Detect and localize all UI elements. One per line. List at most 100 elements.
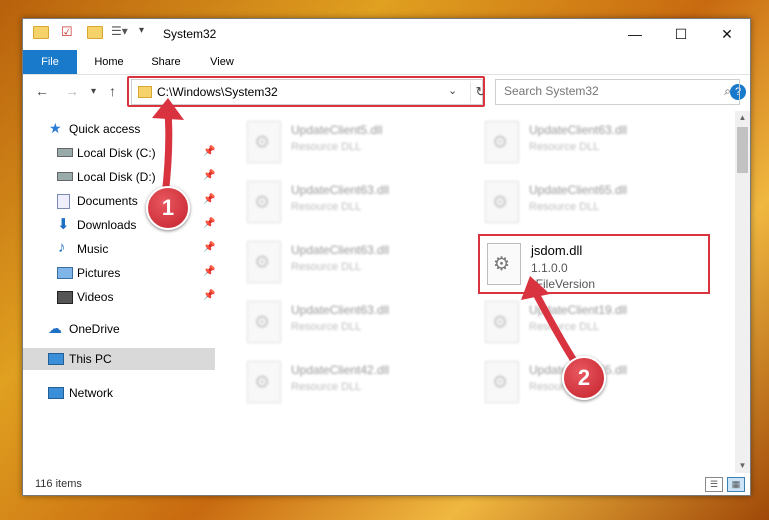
file-name: UpdateClient63.dll <box>291 243 390 257</box>
list-item[interactable]: UpdateClient65.dll Resource DLL <box>481 179 707 229</box>
sidebar-item-label: Local Disk (C:) <box>77 146 156 160</box>
back-arrow-icon[interactable]: ← <box>35 83 49 99</box>
dll-file-icon <box>247 241 281 283</box>
drive-icon <box>57 172 73 181</box>
file-name: UpdateClient63.dll <box>291 303 390 317</box>
sidebar-item-local-disk-d[interactable]: Local Disk (D:) 📌 <box>23 166 215 188</box>
file-type: Resource DLL <box>529 141 600 153</box>
sidebar-item-label: Videos <box>77 290 114 304</box>
search-icon[interactable]: ⌕ <box>724 84 731 99</box>
list-item[interactable]: UpdateClient63.dll Resource DLL <box>481 119 707 169</box>
list-item[interactable]: UpdateClient63.dll Resource DLL <box>243 239 469 289</box>
maximize-button[interactable]: ☐ <box>658 19 704 49</box>
customize-toolbar-icon[interactable]: ☰▾ <box>111 24 128 38</box>
sidebar-item-this-pc[interactable]: This PC <box>23 348 215 370</box>
pin-icon[interactable]: 📌 <box>203 290 215 301</box>
forward-arrow-icon[interactable]: → <box>65 83 79 99</box>
document-icon <box>57 194 70 209</box>
sidebar-item-quick-access[interactable]: ★ Quick access <box>23 118 215 140</box>
title-bar: ☑ ☰▾ ▾ System32 — ☐ ✕ <box>23 19 750 49</box>
recent-locations-chevron-icon[interactable]: ▾ <box>91 86 96 97</box>
music-note-icon: ♪ <box>58 239 66 256</box>
tab-share[interactable]: Share <box>141 50 191 74</box>
navigation-bar: ← → ▾ ↑ C:\Windows\System32 ⌄ ↻ ⌕ <box>23 75 750 109</box>
pin-icon[interactable]: 📌 <box>203 194 215 205</box>
details-view-icon[interactable]: ☰ <box>705 477 723 492</box>
computer-icon <box>48 353 64 365</box>
sidebar-item-music[interactable]: ♪ Music 📌 <box>23 238 215 260</box>
step-2-badge: 2 <box>562 356 606 400</box>
file-type: Resource DLL <box>291 201 362 213</box>
toolbar-dropdown-icon[interactable]: ▾ <box>139 25 144 36</box>
folder-icon <box>33 26 49 39</box>
sidebar-item-label: Local Disk (D:) <box>77 170 156 184</box>
pin-icon[interactable]: 📌 <box>203 170 215 181</box>
dll-file-icon <box>485 121 519 163</box>
new-folder-icon[interactable] <box>87 26 103 39</box>
sidebar-item-label: Quick access <box>69 122 141 136</box>
ribbon-tabs: File Home Share View ? <box>23 50 750 100</box>
star-icon: ★ <box>49 120 62 136</box>
dll-file-icon <box>485 301 519 343</box>
sidebar-item-label: Music <box>77 242 109 256</box>
drive-icon <box>57 148 73 157</box>
large-icons-view-icon[interactable]: ▦ <box>727 477 745 492</box>
list-item[interactable]: UpdateClient63.dll Resource DLL <box>243 179 469 229</box>
network-icon <box>48 387 64 399</box>
vertical-scrollbar[interactable]: ▲ ▼ <box>735 111 750 473</box>
address-highlight-box <box>127 76 485 107</box>
file-type: Resource DLL <box>291 261 362 273</box>
scroll-down-arrow-icon[interactable]: ▼ <box>735 459 750 473</box>
sidebar-item-label: Network <box>69 386 114 400</box>
item-count: 116 items <box>35 478 82 490</box>
download-arrow-icon: ⬇ <box>57 216 70 233</box>
status-bar: 116 items ☰ ▦ <box>23 473 750 495</box>
up-arrow-icon[interactable]: ↑ <box>109 83 116 99</box>
navigation-pane: ★ Quick access Local Disk (C:) 📌 Local D… <box>23 111 217 473</box>
file-type: Resource DLL <box>291 141 362 153</box>
list-item[interactable]: UpdateClient63.dll Resource DLL <box>243 299 469 349</box>
sidebar-item-videos[interactable]: Videos 📌 <box>23 286 215 308</box>
file-name: UpdateClient65.dll <box>529 183 628 197</box>
cloud-icon: ☁ <box>48 320 62 336</box>
list-item[interactable]: UpdateClient19.dll Resource DLL <box>481 299 707 349</box>
file-highlight-box <box>478 234 710 294</box>
search-box[interactable]: ⌕ <box>495 79 740 105</box>
list-item[interactable]: UpdateClient42.dll Resource DLL <box>243 359 469 409</box>
sidebar-item-onedrive[interactable]: ☁ OneDrive <box>23 318 215 340</box>
file-type: Resource DLL <box>529 321 600 333</box>
picture-icon <box>57 267 73 279</box>
pin-icon[interactable]: 📌 <box>203 218 215 229</box>
sidebar-item-label: This PC <box>69 352 112 366</box>
tab-file[interactable]: File <box>23 50 77 74</box>
sidebar-item-pictures[interactable]: Pictures 📌 <box>23 262 215 284</box>
tab-home[interactable]: Home <box>83 50 135 74</box>
close-button[interactable]: ✕ <box>704 19 750 49</box>
dll-file-icon <box>485 361 519 403</box>
file-name: UpdateClient5.dll <box>291 123 383 137</box>
dll-file-icon <box>247 181 281 223</box>
tab-view[interactable]: View <box>199 50 245 74</box>
minimize-button[interactable]: — <box>612 19 658 49</box>
file-name: UpdateClient63.dll <box>529 123 628 137</box>
dll-file-icon <box>247 301 281 343</box>
sidebar-item-label: Pictures <box>77 266 121 280</box>
search-input[interactable] <box>502 83 706 99</box>
file-type: Resource DLL <box>291 381 362 393</box>
step-1-badge: 1 <box>146 186 190 230</box>
list-item[interactable]: UpdateClient5.dll Resource DLL <box>243 119 469 169</box>
properties-icon[interactable]: ☑ <box>61 24 73 40</box>
sidebar-item-local-disk-c[interactable]: Local Disk (C:) 📌 <box>23 142 215 164</box>
scroll-thumb[interactable] <box>737 127 748 173</box>
sidebar-item-label: Downloads <box>77 218 137 232</box>
pin-icon[interactable]: 📌 <box>203 242 215 253</box>
dll-file-icon <box>247 361 281 403</box>
file-type: Resource DLL <box>529 201 600 213</box>
pin-icon[interactable]: 📌 <box>203 266 215 277</box>
sidebar-item-network[interactable]: Network <box>23 382 215 404</box>
scroll-up-arrow-icon[interactable]: ▲ <box>735 111 750 125</box>
sidebar-item-label: Documents <box>77 194 138 208</box>
dll-file-icon <box>247 121 281 163</box>
pin-icon[interactable]: 📌 <box>203 146 215 157</box>
dll-file-icon <box>485 181 519 223</box>
